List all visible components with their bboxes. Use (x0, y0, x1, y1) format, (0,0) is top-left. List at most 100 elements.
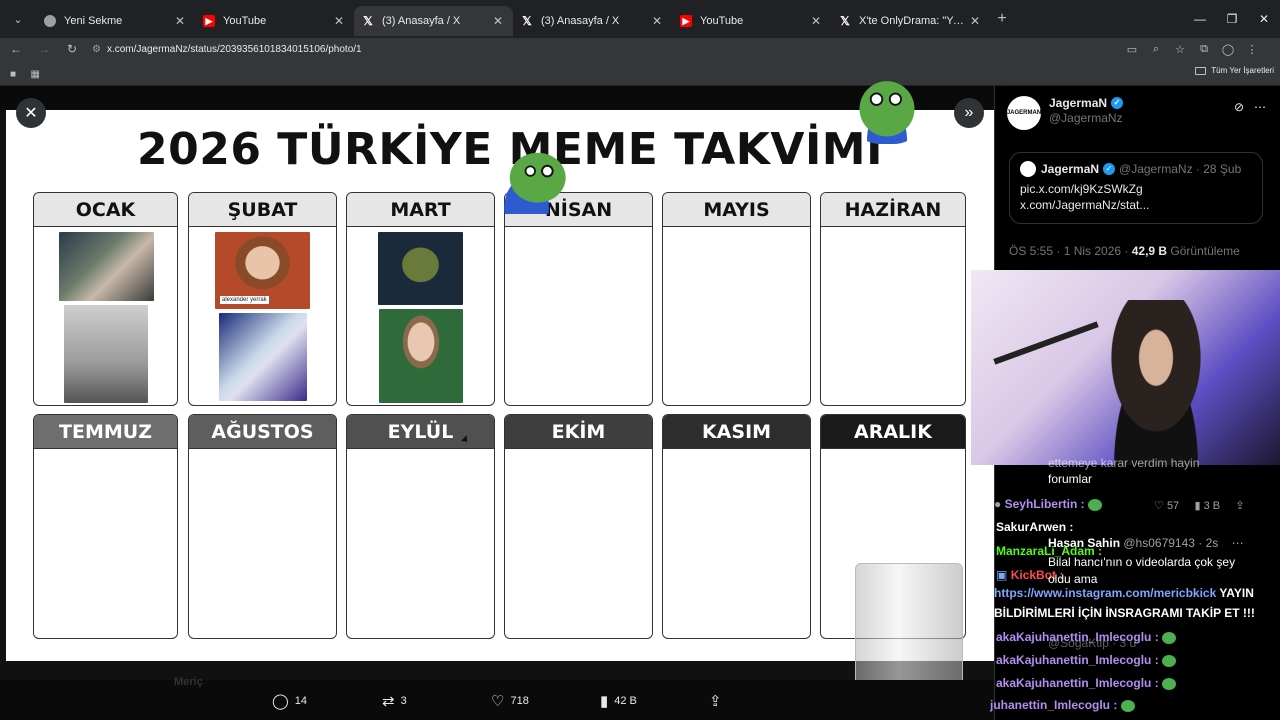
share-button[interactable]: ⇪ (709, 692, 728, 710)
tab-1[interactable]: ▶ YouTube ✕ (195, 6, 354, 36)
verified-icon: ✓ (1103, 163, 1116, 175)
microphone-arm (993, 321, 1099, 365)
avatar[interactable]: JAGERMAN (1007, 96, 1041, 130)
like-button[interactable]: ♡ 718 (491, 692, 529, 710)
tab-strip: ⌄ Yeni Sekme ✕ ▶ YouTube ✕ 𝕏 (3) Anasayf… (0, 0, 1280, 38)
tab-title: YouTube (700, 15, 744, 27)
close-icon[interactable]: ✕ (809, 14, 823, 28)
emote-icon (1162, 677, 1177, 690)
tab-5[interactable]: 𝕏 X'te OnlyDrama: "YakupTV, ken ✕ (831, 6, 990, 36)
more-icon[interactable]: ⋯ (1232, 536, 1244, 550)
x-icon: 𝕏 (522, 14, 532, 28)
tab-search-button[interactable]: ⌄ (4, 5, 32, 33)
chat-message: akaKajuhanettin_Imlecoglu : (996, 653, 1177, 667)
url-text: x.com/JagermaNz/status/20393561018340151… (106, 43, 362, 55)
author-block[interactable]: JAGERMAN JagermaN ✓ @JagermaNz (1007, 96, 1124, 130)
site-info-icon[interactable]: ⚙ (92, 44, 101, 55)
close-photo-button[interactable]: ✕ (16, 98, 46, 128)
month-label: TEMMUZ (34, 415, 177, 449)
views-button[interactable]: ▮ 42 B (600, 692, 637, 710)
folder-icon (1195, 66, 1207, 75)
bookmarks-bar: ■ ▦ Tüm Yer İşaretleri (0, 60, 1280, 86)
chat-username: SakurArwen : (996, 520, 1074, 534)
month-label: OCAK (34, 193, 177, 227)
author-name[interactable]: JagermaN (1049, 96, 1107, 110)
close-icon[interactable]: ✕ (332, 14, 346, 28)
stream-chat-overlay: ettemeye karar verdim hayin forumlar ● S… (990, 452, 1280, 720)
tab-title: (3) Anasayfa / X (541, 15, 620, 27)
close-icon[interactable]: ✕ (968, 14, 982, 28)
zoom-icon[interactable]: ⌕ (1144, 43, 1168, 56)
streamer-figure (1091, 300, 1221, 465)
meme-image-mart-2 (379, 309, 463, 403)
reload-icon[interactable]: ↻ (60, 42, 84, 56)
month-label: ŞUBAT (189, 193, 336, 227)
tab-title: (3) Anasayfa / X (382, 15, 461, 27)
repost-icon: ⇄ (382, 693, 395, 710)
profile-icon[interactable]: ◯ (1216, 43, 1240, 56)
browser-toolbar: ← → ↻ ⚙ x.com/JagermaNz/status/203935610… (0, 38, 1280, 60)
more-icon[interactable]: ⋯ (1254, 100, 1266, 114)
post-actions-bar: ◯ 14 ⇄ 3 ♡ 718 ▮ 42 B ⇪ Meriç (0, 676, 994, 720)
heart-icon: ♡ (1154, 500, 1164, 512)
address-bar[interactable]: ⚙ x.com/JagermaNz/status/203935610183401… (92, 39, 1112, 59)
views-count: 42 B (614, 695, 637, 707)
tab-2[interactable]: 𝕏 (3) Anasayfa / X ✕ (354, 6, 513, 36)
quote-name: JagermaN (1041, 162, 1100, 176)
tab-0[interactable]: Yeni Sekme ✕ (36, 6, 195, 36)
quoted-post[interactable]: JagermaN ✓ @JagermaNz · 28 Şub pic.x.com… (1009, 152, 1263, 224)
pepe-emote-overlay (852, 80, 922, 144)
share-icon: ⇪ (709, 693, 722, 710)
close-icon[interactable]: ✕ (491, 14, 505, 28)
close-window-icon[interactable]: ✕ (1248, 12, 1280, 26)
bookmark-star-icon[interactable]: ☆ (1168, 43, 1192, 56)
quote-link-1[interactable]: pic.x.com/kj9KzSWkZg (1020, 182, 1252, 196)
reply-button[interactable]: ◯ 14 (272, 692, 307, 710)
close-icon[interactable]: ✕ (650, 14, 664, 28)
tab-title: X'te OnlyDrama: "YakupTV, ken (859, 15, 968, 27)
reply-icon: ◯ (272, 693, 289, 710)
grok-icon[interactable]: ⊘ (1234, 100, 1244, 114)
month-label: KASIM (663, 415, 810, 449)
emote-icon (1120, 699, 1135, 712)
menu-icon[interactable]: ⋮ (1240, 43, 1264, 56)
chat-message: akaKajuhanettin_Imlecoglu : (996, 676, 1177, 690)
chat-message: ● SeyhLibertin : (994, 497, 1102, 511)
forward-icon[interactable]: → (32, 42, 56, 56)
all-bookmarks-button[interactable]: Tüm Yer İşaretleri (1195, 66, 1274, 75)
month-kasim: KASIM (662, 414, 811, 639)
close-icon[interactable]: ✕ (173, 14, 187, 28)
chat-username: akaKajuhanettin_Imlecoglu : (996, 653, 1159, 667)
new-tab-button[interactable]: + (990, 10, 1014, 28)
chat-announcement: https://www.instagram.com/mericbkick YAY… (994, 586, 1254, 600)
meme-image-mart-1 (378, 232, 463, 305)
apps-icon[interactable]: ▦ (31, 69, 40, 80)
minimize-icon[interactable]: — (1184, 12, 1216, 26)
expand-sidebar-button[interactable]: » (954, 98, 984, 128)
quote-avatar (1020, 161, 1036, 177)
month-label: EKİM (505, 415, 652, 449)
reply-handle: @hs0679143 · 2s (1123, 536, 1219, 550)
restore-icon[interactable]: ❐ (1216, 12, 1248, 26)
cast-icon[interactable]: ▭ (1120, 43, 1144, 56)
tab-4[interactable]: ▶ YouTube ✕ (672, 6, 831, 36)
repost-button[interactable]: ⇄ 3 (382, 692, 407, 710)
month-temmuz: TEMMUZ (33, 414, 178, 639)
emote-icon (1087, 498, 1102, 511)
author-handle[interactable]: @JagermaNz (1049, 111, 1123, 125)
extensions-icon[interactable]: ⧉ (1192, 43, 1216, 56)
quote-meta: @JagermaNz · 28 Şub (1119, 162, 1242, 176)
page-icon[interactable]: ■ (10, 69, 16, 80)
tab-3[interactable]: 𝕏 (3) Anasayfa / X ✕ (513, 6, 672, 36)
glass-overlay (855, 563, 963, 691)
instagram-link[interactable]: https://www.instagram.com/mericbkick (994, 586, 1216, 600)
chat-username: SeyhLibertin : (1004, 497, 1085, 511)
back-icon[interactable]: ← (4, 42, 28, 56)
views-icon: ▮ (600, 693, 609, 710)
month-label: EYLÜL (347, 415, 494, 449)
reply-text: Bilal hancı'nın o videolarda çok şey (1048, 555, 1236, 569)
post-timestamp: ÖS 5:55 · 1 Nis 2026 · 42,9 B Görüntülem… (1009, 244, 1240, 258)
views-icon: ▮ (1194, 500, 1201, 512)
quote-link-2[interactable]: x.com/JagermaNz/stat... (1020, 198, 1252, 212)
meme-image-ocak-2 (64, 305, 148, 403)
